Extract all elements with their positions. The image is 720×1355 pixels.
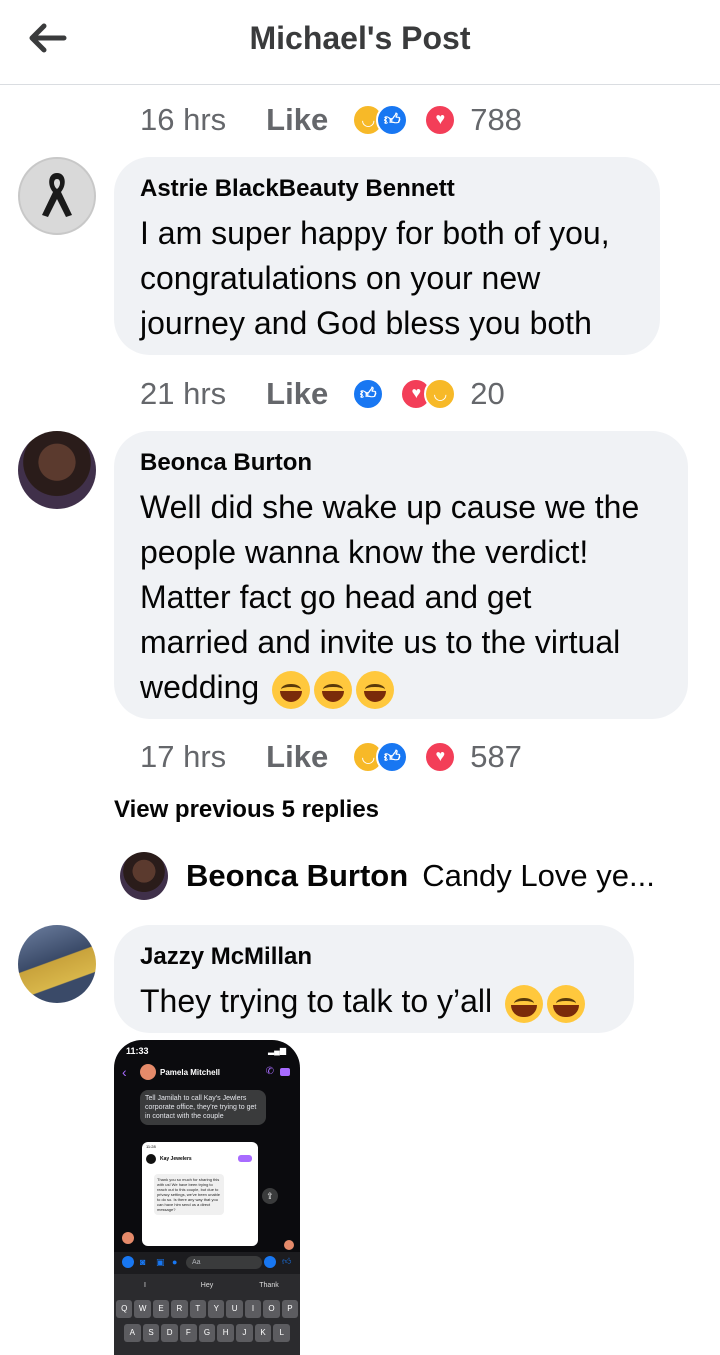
phone-icon: ✆: [265, 1066, 274, 1077]
like-reaction-icon: 👍︎: [376, 741, 409, 773]
share-icon: ⇪: [262, 1188, 278, 1204]
reaction-count[interactable]: 587: [470, 739, 522, 775]
avatar[interactable]: [120, 852, 168, 900]
avatar[interactable]: [18, 157, 96, 235]
inner-contact-name: Kay Jewelers: [160, 1156, 192, 1162]
keyboard: I Hey Thank Q W E R T Y U I O P A S D F …: [114, 1274, 300, 1355]
haha-reaction-icon: ◡: [424, 378, 457, 410]
reply-preview[interactable]: Beonca Burton Candy Love ye...: [120, 852, 655, 900]
reply-text: Candy Love ye...: [422, 858, 655, 893]
header-bar: Michael's Post: [0, 0, 720, 85]
chat-message: Tell Jamilah to call Kay's Jewlers corpo…: [140, 1090, 266, 1125]
black-ribbon-icon: [42, 173, 72, 217]
loudly-crying-emoji-icon: [505, 984, 544, 1023]
status-time: 11:33: [126, 1046, 149, 1056]
comment-author[interactable]: Jazzy McMillan: [140, 943, 608, 971]
avatar[interactable]: [18, 925, 96, 1003]
rolling-laughing-emoji-icon: [272, 670, 311, 709]
avatar[interactable]: [18, 431, 96, 509]
video-icon: [238, 1155, 252, 1162]
avatar: [140, 1064, 156, 1080]
emoji-icon: [264, 1256, 276, 1268]
reaction-count[interactable]: 20: [470, 376, 504, 412]
keyboard-row: Q W E R T Y U I O P: [116, 1300, 299, 1318]
avatar: [146, 1154, 156, 1164]
signal-icon: ▂▄▆: [268, 1046, 286, 1055]
like-icon: 👍︎: [282, 1256, 292, 1266]
comment-author[interactable]: Astrie BlackBeauty Bennett: [140, 175, 634, 203]
comment-meta-row: 17 hrs Like ◡ 👍︎ ♥ 587: [140, 737, 522, 777]
avatar: [122, 1232, 134, 1244]
comment-bubble: Beonca Burton Well did she wake up cause…: [114, 431, 688, 719]
chat-contact-name: Pamela Mitchell: [160, 1068, 221, 1077]
comment-time: 16 hrs: [140, 102, 227, 137]
comment-bubble: Jazzy McMillan They trying to talk to y’…: [114, 925, 634, 1033]
comment-meta-row: 16 hrs Like ◡ 👍︎ ♥ 788: [140, 100, 522, 140]
comment-time: 17 hrs: [140, 739, 227, 774]
avatar: [284, 1240, 294, 1250]
loudly-crying-emoji-icon: [547, 984, 586, 1023]
like-button[interactable]: Like: [266, 376, 328, 412]
microphone-icon: ●: [172, 1257, 178, 1267]
message-input: Aa: [186, 1256, 262, 1269]
composer-bar: ◙ ▣ ● Aa 👍︎: [114, 1252, 300, 1274]
like-reaction-icon: 👍︎: [376, 104, 409, 136]
reaction-icons[interactable]: 👍︎ ♥ ◡: [352, 378, 457, 410]
inner-message: Thank you so much for sharing this with …: [154, 1174, 224, 1215]
comment-author[interactable]: Beonca Burton: [140, 449, 662, 477]
comment-time: 21 hrs: [140, 376, 227, 411]
reaction-icons[interactable]: ◡ 👍︎ ♥: [352, 104, 457, 136]
comment-text: They trying to talk to y’all: [140, 979, 608, 1024]
view-previous-replies-link[interactable]: View previous 5 replies: [114, 796, 379, 824]
inner-screenshot: 11:28 Kay Jewelers Thank you so much for…: [142, 1142, 258, 1246]
like-reaction-icon: 👍︎: [352, 378, 385, 410]
chevron-left-icon: ‹: [122, 1064, 127, 1080]
keyboard-row: A S D F G H J K L: [124, 1324, 291, 1342]
video-icon: [280, 1068, 290, 1076]
reply-author[interactable]: Beonca Burton: [186, 858, 408, 894]
love-reaction-icon: ♥: [424, 741, 457, 773]
image-icon: ▣: [156, 1257, 165, 1267]
inner-status-time: 11:28: [146, 1144, 156, 1149]
like-button[interactable]: Like: [266, 102, 328, 138]
comment-text: I am super happy for both of you, congra…: [140, 215, 610, 341]
reaction-icons[interactable]: ◡ 👍︎ ♥: [352, 741, 457, 773]
plus-icon: [122, 1256, 134, 1268]
keyboard-suggestions: I Hey Thank: [144, 1282, 279, 1289]
rolling-laughing-emoji-icon: [356, 670, 395, 709]
reaction-count[interactable]: 788: [470, 102, 522, 138]
like-button[interactable]: Like: [266, 739, 328, 775]
rolling-laughing-emoji-icon: [314, 670, 353, 709]
comment-text: Well did she wake up cause we the people…: [140, 485, 662, 710]
comment-meta-row: 21 hrs Like 👍︎ ♥ ◡ 20: [140, 374, 505, 414]
camera-icon: ◙: [140, 1257, 146, 1267]
page-title: Michael's Post: [249, 20, 471, 56]
love-reaction-icon: ♥: [424, 104, 457, 136]
attached-screenshot[interactable]: 11:33 ▂▄▆ ‹ Pamela Mitchell ✆ Tell Jamil…: [114, 1040, 300, 1355]
comment-bubble: Astrie BlackBeauty Bennett I am super ha…: [114, 157, 660, 355]
